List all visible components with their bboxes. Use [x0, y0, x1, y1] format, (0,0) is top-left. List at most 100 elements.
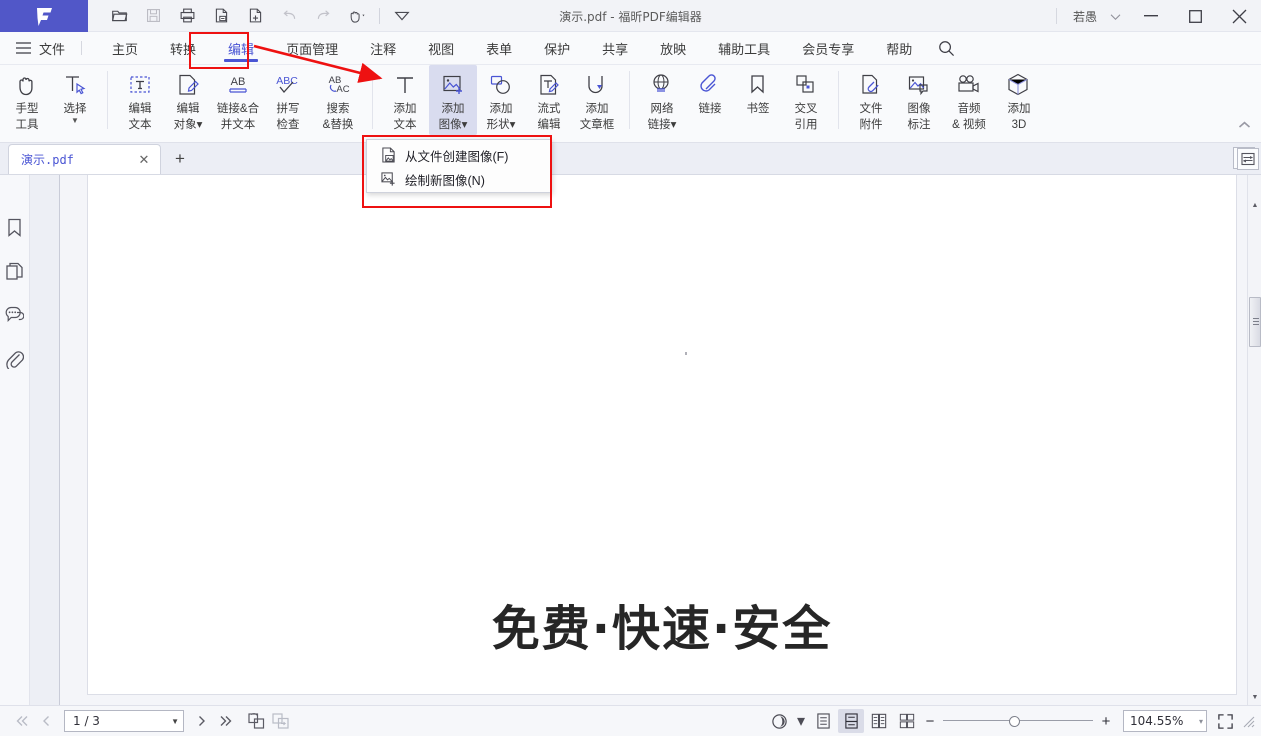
- page-number-input[interactable]: 1 / 3 ▼: [64, 710, 184, 732]
- pdf-page[interactable]: 免费·快速·安全: [87, 175, 1237, 695]
- scroll-down-arrow-icon[interactable]: ▼: [1248, 689, 1261, 705]
- menu-tab-form[interactable]: 表单: [470, 32, 528, 65]
- zoom-in-button[interactable]: +: [1097, 713, 1115, 730]
- sidebar-item-pages[interactable]: [0, 249, 30, 293]
- undo-icon[interactable]: [272, 2, 306, 30]
- ribbon-label[interactable]: 对象▾: [174, 118, 203, 132]
- chevron-down-icon[interactable]: ▼: [71, 117, 79, 125]
- menu-tab-home[interactable]: 主页: [96, 32, 154, 65]
- chevron-down-icon[interactable]: ▼: [171, 717, 179, 726]
- ribbon-web-link[interactable]: 网络 链接▾: [638, 65, 686, 135]
- app-logo: [0, 0, 88, 32]
- close-button[interactable]: [1217, 0, 1261, 32]
- ribbon-hand-tool[interactable]: 手型 工具: [3, 65, 51, 135]
- menu-file[interactable]: 文件: [39, 39, 65, 58]
- ribbon-audio-video[interactable]: 音频 & 视频: [943, 65, 995, 135]
- ribbon-file-attachment[interactable]: 文件 附件: [847, 65, 895, 135]
- rotate-view-icon[interactable]: [244, 709, 268, 733]
- ribbon-add-text[interactable]: 添加 文本: [381, 65, 429, 135]
- scroll-up-arrow-icon[interactable]: ▲: [1248, 197, 1261, 213]
- user-menu-chevron-icon[interactable]: [1101, 0, 1129, 32]
- zoom-slider-handle[interactable]: [1009, 716, 1020, 727]
- ribbon-add-article-box[interactable]: 添加 文章框: [573, 65, 621, 135]
- document-viewer[interactable]: 免费·快速·安全: [30, 175, 1261, 705]
- vertical-scrollbar[interactable]: ▲ ▼: [1247, 175, 1261, 705]
- ribbon-edit-object[interactable]: 编辑 对象▾: [164, 65, 212, 135]
- menu-tab-protect[interactable]: 保护: [528, 32, 586, 65]
- sidebar-item-comments[interactable]: [0, 293, 30, 337]
- maximize-button[interactable]: [1173, 0, 1217, 32]
- theme-chevron-down-icon[interactable]: ▾: [794, 709, 808, 733]
- zoom-level-input[interactable]: 104.55% ▾: [1123, 710, 1207, 732]
- zoom-out-button[interactable]: −: [921, 713, 939, 730]
- extract-page-icon[interactable]: [204, 2, 238, 30]
- sidebar-item-attachments[interactable]: [0, 337, 30, 381]
- prev-page-icon[interactable]: [34, 709, 58, 733]
- menu-tab-comment[interactable]: 注释: [354, 32, 412, 65]
- ribbon-add-shape[interactable]: 添加 形状▾: [477, 65, 525, 135]
- theme-icon[interactable]: [766, 709, 792, 733]
- customize-toolbar-icon[interactable]: [385, 2, 419, 30]
- single-page-view-icon[interactable]: [810, 709, 836, 733]
- menu-tab-present[interactable]: 放映: [644, 32, 702, 65]
- two-page-view-icon[interactable]: [866, 709, 892, 733]
- ribbon-image-annotation[interactable]: 图像 标注: [895, 65, 943, 135]
- hand-tool-icon[interactable]: [340, 2, 374, 30]
- ribbon-add-3d[interactable]: 添加 3D: [995, 65, 1043, 135]
- search-icon[interactable]: [938, 40, 955, 57]
- menu-tab-accessibility[interactable]: 辅助工具: [702, 32, 786, 65]
- close-icon[interactable]: ✕: [136, 152, 152, 168]
- last-page-icon[interactable]: [214, 709, 238, 733]
- ribbon-bookmark[interactable]: 书签: [734, 65, 782, 135]
- menu-tab-help[interactable]: 帮助: [870, 32, 928, 65]
- ribbon-spell-check[interactable]: ABC 拼写 检查: [264, 65, 312, 135]
- ribbon-label[interactable]: 形状▾: [487, 118, 516, 132]
- hand-tool-icon: [14, 70, 40, 100]
- menu-tab-share[interactable]: 共享: [586, 32, 644, 65]
- hamburger-menu-icon[interactable]: [16, 42, 32, 54]
- ribbon-reflow-edit[interactable]: 流式 编辑: [525, 65, 573, 135]
- ribbon-select-tool[interactable]: 选择 ▼: [51, 65, 99, 135]
- new-page-icon[interactable]: [238, 2, 272, 30]
- new-tab-button[interactable]: +: [175, 144, 185, 174]
- next-page-icon[interactable]: [190, 709, 214, 733]
- menu-tab-edit[interactable]: 编辑: [212, 32, 270, 65]
- chevron-up-icon[interactable]: [1238, 121, 1251, 132]
- fullscreen-icon[interactable]: [1211, 709, 1239, 733]
- scrollbar-thumb[interactable]: [1249, 297, 1261, 347]
- menu-item-create-image-from-file[interactable]: 从文件创建图像(F): [367, 143, 551, 167]
- ribbon-search-replace[interactable]: AB AC 搜索 &替换: [312, 65, 364, 135]
- menu-tab-view[interactable]: 视图: [412, 32, 470, 65]
- open-file-icon[interactable]: [102, 2, 136, 30]
- add-image-dropdown-menu[interactable]: 从文件创建图像(F) 绘制新图像(N): [366, 139, 552, 193]
- page-transition-icon[interactable]: [268, 709, 292, 733]
- redo-icon[interactable]: [306, 2, 340, 30]
- ribbon-link-merge-text[interactable]: AB 链接&合 并文本: [212, 65, 264, 135]
- menu-divider: [81, 41, 83, 55]
- menu-item-draw-new-image[interactable]: 绘制新图像(N): [367, 167, 551, 191]
- continuous-view-icon[interactable]: [838, 709, 864, 733]
- right-panel-toggle-icon[interactable]: [1237, 148, 1259, 170]
- ribbon-cross-reference[interactable]: 交叉 引用: [782, 65, 830, 135]
- minimize-button[interactable]: [1129, 0, 1173, 32]
- ribbon-edit-text[interactable]: 编辑 文本: [116, 65, 164, 135]
- menu-tab-convert[interactable]: 转换: [154, 32, 212, 65]
- ribbon-label[interactable]: 链接▾: [648, 118, 677, 132]
- print-icon[interactable]: [170, 2, 204, 30]
- ribbon-label[interactable]: 图像▾: [439, 118, 468, 132]
- save-icon[interactable]: [136, 2, 170, 30]
- resize-grip[interactable]: [1241, 714, 1255, 728]
- document-tab[interactable]: 演示.pdf ✕: [8, 144, 161, 174]
- ribbon-add-image[interactable]: 添加 图像▾: [429, 65, 477, 135]
- ribbon-separator: [629, 71, 630, 129]
- user-name[interactable]: 若愚: [1073, 8, 1097, 25]
- first-page-icon[interactable]: [10, 709, 34, 733]
- ribbon-link[interactable]: 链接: [686, 65, 734, 135]
- bookmark-icon: [745, 70, 771, 100]
- sidebar-item-bookmarks[interactable]: [0, 205, 30, 249]
- zoom-slider[interactable]: [943, 714, 1093, 728]
- two-page-continuous-view-icon[interactable]: [894, 709, 920, 733]
- menu-tab-vip[interactable]: 会员专享: [786, 32, 870, 65]
- chevron-down-icon[interactable]: ▾: [1199, 717, 1203, 726]
- menu-tab-page-manage[interactable]: 页面管理: [270, 32, 354, 65]
